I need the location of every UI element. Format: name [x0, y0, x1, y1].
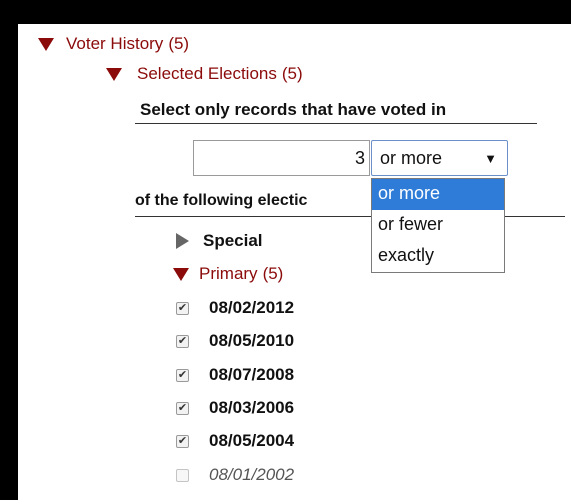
- comparison-select[interactable]: or more ▼: [371, 140, 508, 176]
- instruction-text-row: Select only records that have voted in: [140, 100, 446, 120]
- election-date: 08/05/2010: [209, 331, 295, 350]
- election-date: 08/07/2008: [209, 365, 295, 384]
- selected-elections-count: (5): [281, 64, 303, 83]
- primary-group-label: Primary: [199, 264, 258, 283]
- primary-group-toggle[interactable]: Primary (5): [173, 264, 283, 284]
- comparison-select-value: or more: [380, 147, 443, 168]
- election-row[interactable]: ✔ 08/02/2012: [176, 298, 294, 318]
- primary-group-count: (5): [262, 264, 284, 283]
- voter-history-count: (5): [168, 34, 190, 53]
- option-exactly[interactable]: exactly: [372, 241, 504, 272]
- election-checkbox[interactable]: ✔: [176, 434, 189, 448]
- election-date: 08/02/2012: [209, 298, 295, 317]
- election-date: 08/03/2006: [209, 398, 295, 417]
- collapsed-triangle-icon: [176, 233, 189, 249]
- expanded-triangle-icon: [106, 67, 122, 81]
- following-elections-label: of the following electic: [135, 192, 308, 209]
- election-row[interactable]: 08/01/2002: [176, 465, 294, 485]
- voter-history-label: Voter History: [66, 34, 164, 53]
- election-checkbox[interactable]: ✔: [176, 401, 189, 415]
- election-row[interactable]: ✔ 08/05/2010: [176, 331, 294, 351]
- following-elections-row: of the following electic: [135, 192, 307, 210]
- option-or-fewer[interactable]: or fewer: [372, 210, 504, 241]
- election-date: 08/01/2002: [209, 465, 295, 484]
- selected-elections-label: Selected Elections: [137, 64, 277, 83]
- selected-elections-toggle[interactable]: Selected Elections (5): [106, 64, 303, 84]
- election-checkbox[interactable]: [176, 468, 189, 482]
- instruction-underline: [135, 123, 537, 124]
- chevron-down-icon: ▼: [484, 150, 497, 166]
- election-row[interactable]: ✔ 08/05/2004: [176, 431, 294, 451]
- instruction-text: Select only records that have voted in: [140, 100, 447, 119]
- special-group-toggle[interactable]: Special: [176, 231, 263, 251]
- election-checkbox[interactable]: ✔: [176, 301, 189, 315]
- election-row[interactable]: ✔ 08/07/2008: [176, 365, 294, 385]
- election-date: 08/05/2004: [209, 431, 295, 450]
- voter-history-toggle[interactable]: Voter History (5): [38, 34, 189, 54]
- special-group-label: Special: [203, 231, 263, 250]
- election-checkbox[interactable]: ✔: [176, 368, 189, 382]
- expanded-triangle-icon: [173, 267, 189, 281]
- expanded-triangle-icon: [38, 37, 54, 51]
- comparison-dropdown-list: or more or fewer exactly: [371, 178, 505, 273]
- election-checkbox[interactable]: ✔: [176, 334, 189, 348]
- voter-filter-panel: Voter History (5) Selected Elections (5)…: [18, 24, 571, 500]
- election-row[interactable]: ✔ 08/03/2006: [176, 398, 294, 418]
- vote-count-input[interactable]: [193, 140, 370, 176]
- option-or-more[interactable]: or more: [372, 179, 504, 210]
